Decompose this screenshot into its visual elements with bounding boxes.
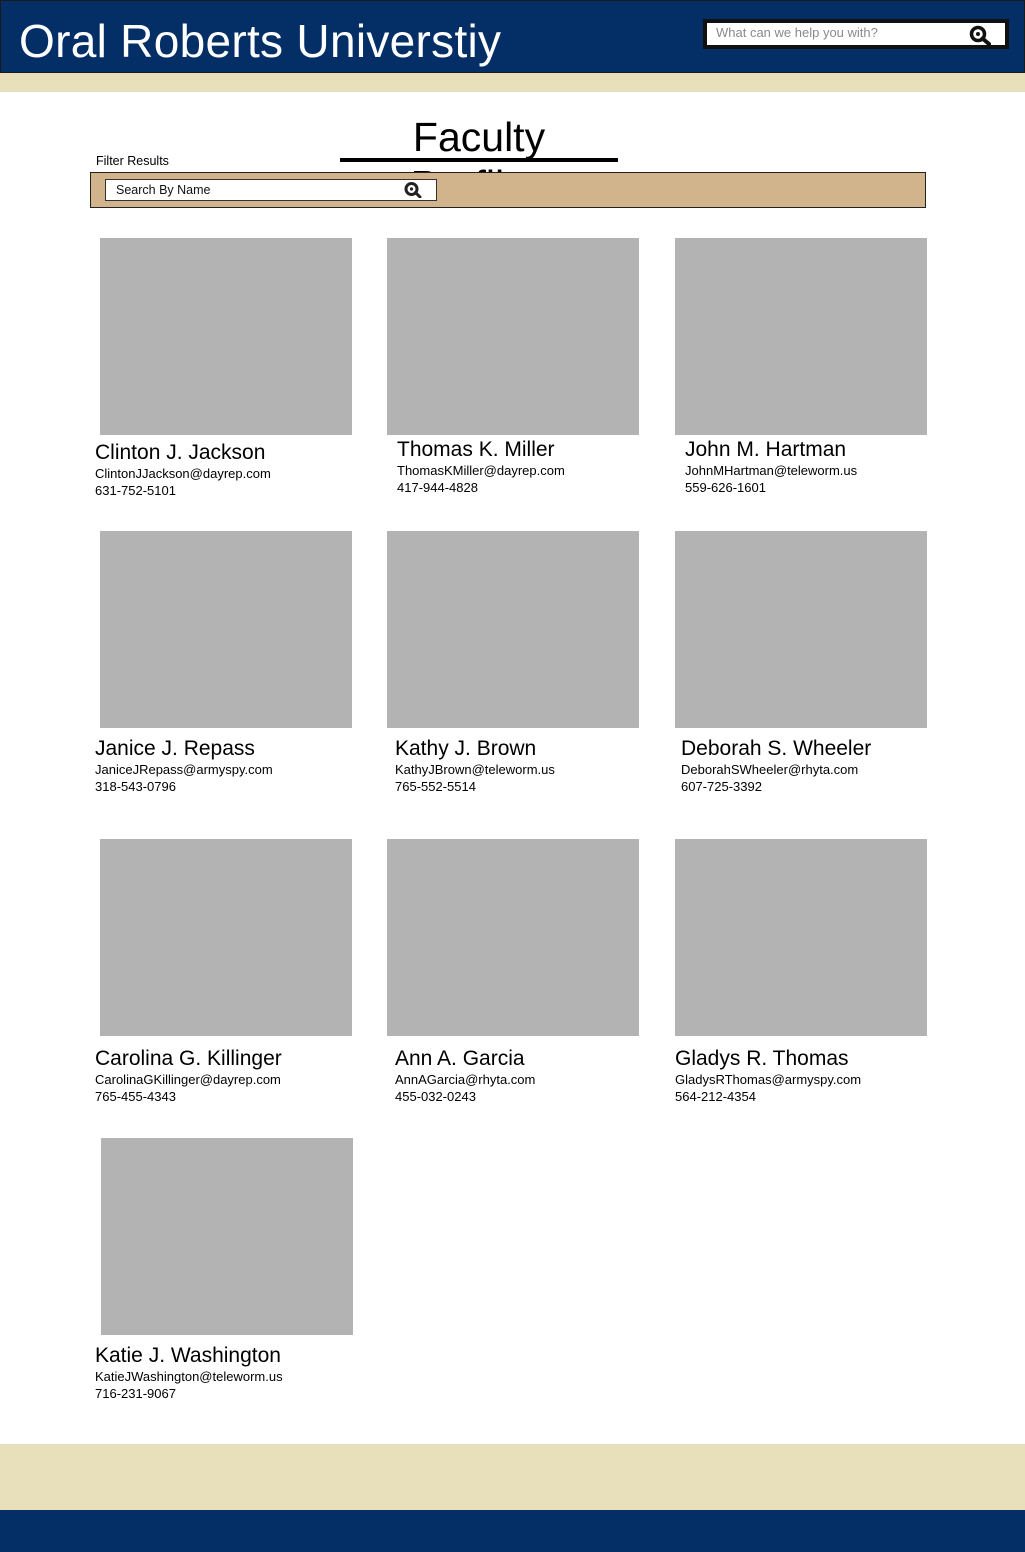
faculty-email[interactable]: KatieJWashington@teleworm.us xyxy=(95,1368,355,1385)
faculty-email[interactable]: AnnAGarcia@rhyta.com xyxy=(395,1071,647,1088)
faculty-card[interactable]: Janice J. Repass JaniceJRepass@armyspy.c… xyxy=(95,531,355,795)
faculty-photo[interactable] xyxy=(675,238,927,435)
faculty-phone: 318-543-0796 xyxy=(95,779,176,794)
filter-bar: Search By Name xyxy=(90,172,926,208)
faculty-name[interactable]: Katie J. Washington xyxy=(95,1343,355,1368)
title-underline xyxy=(340,158,618,162)
faculty-phone: 765-455-4343 xyxy=(95,1089,176,1104)
name-search-input[interactable]: Search By Name xyxy=(116,183,210,197)
faculty-email[interactable]: JaniceJRepass@armyspy.com xyxy=(95,761,355,778)
faculty-email[interactable]: GladysRThomas@armyspy.com xyxy=(675,1071,935,1088)
faculty-name[interactable]: Deborah S. Wheeler xyxy=(681,736,935,761)
faculty-card[interactable]: Gladys R. Thomas GladysRThomas@armyspy.c… xyxy=(675,839,935,1105)
site-title[interactable]: Oral Roberts Universtiy xyxy=(19,13,501,69)
filter-label: Filter Results xyxy=(96,154,169,168)
name-search-box[interactable]: Search By Name xyxy=(105,179,437,201)
faculty-phone: 455-032-0243 xyxy=(395,1089,476,1104)
faculty-name[interactable]: Ann A. Garcia xyxy=(395,1046,647,1071)
faculty-phone: 716-231-9067 xyxy=(95,1386,176,1401)
faculty-photo[interactable] xyxy=(101,1138,353,1335)
faculty-card[interactable]: Carolina G. Killinger CarolinaGKillinger… xyxy=(95,839,355,1105)
search-icon[interactable] xyxy=(404,182,422,198)
faculty-card[interactable]: Ann A. Garcia AnnAGarcia@rhyta.com 455-0… xyxy=(387,839,647,1105)
faculty-name[interactable]: Kathy J. Brown xyxy=(395,736,647,761)
site-search-box[interactable]: What can we help you with? xyxy=(703,19,1009,49)
faculty-name[interactable]: Carolina G. Killinger xyxy=(95,1046,355,1071)
faculty-card[interactable]: Kathy J. Brown KathyJBrown@teleworm.us 7… xyxy=(387,531,647,795)
faculty-card[interactable]: Clinton J. Jackson ClintonJJackson@dayre… xyxy=(95,238,355,499)
faculty-email[interactable]: ClintonJJackson@dayrep.com xyxy=(95,465,355,482)
faculty-photo[interactable] xyxy=(100,839,352,1036)
faculty-photo[interactable] xyxy=(387,839,639,1036)
faculty-photo[interactable] xyxy=(675,839,927,1036)
faculty-phone: 559-626-1601 xyxy=(685,480,766,495)
faculty-email[interactable]: ThomasKMiller@dayrep.com xyxy=(397,462,647,479)
faculty-name[interactable]: John M. Hartman xyxy=(685,437,935,462)
footer-accent-band xyxy=(0,1444,1025,1510)
faculty-phone: 564-212-4354 xyxy=(675,1089,756,1104)
faculty-photo[interactable] xyxy=(387,531,639,728)
faculty-card[interactable]: John M. Hartman JohnMHartman@teleworm.us… xyxy=(675,238,935,496)
faculty-phone: 765-552-5514 xyxy=(395,779,476,794)
faculty-name[interactable]: Janice J. Repass xyxy=(95,736,355,761)
faculty-name[interactable]: Thomas K. Miller xyxy=(397,437,647,462)
faculty-phone: 607-725-3392 xyxy=(681,779,762,794)
faculty-phone: 417-944-4828 xyxy=(397,480,478,495)
faculty-email[interactable]: KathyJBrown@teleworm.us xyxy=(395,761,647,778)
faculty-photo[interactable] xyxy=(100,238,352,435)
faculty-name[interactable]: Clinton J. Jackson xyxy=(95,440,355,465)
site-footer xyxy=(0,1510,1025,1552)
faculty-photo[interactable] xyxy=(387,238,639,435)
faculty-name[interactable]: Gladys R. Thomas xyxy=(675,1046,935,1071)
faculty-card[interactable]: Katie J. Washington KatieJWashington@tel… xyxy=(95,1138,355,1402)
header-accent-band xyxy=(0,73,1025,92)
faculty-card[interactable]: Deborah S. Wheeler DeborahSWheeler@rhyta… xyxy=(675,531,935,795)
faculty-email[interactable]: JohnMHartman@teleworm.us xyxy=(685,462,935,479)
faculty-card[interactable]: Thomas K. Miller ThomasKMiller@dayrep.co… xyxy=(387,238,647,496)
site-search-input[interactable]: What can we help you with? xyxy=(716,25,878,40)
site-header: Oral Roberts Universtiy What can we help… xyxy=(0,0,1025,73)
faculty-email[interactable]: CarolinaGKillinger@dayrep.com xyxy=(95,1071,355,1088)
search-icon[interactable] xyxy=(969,25,991,45)
faculty-email[interactable]: DeborahSWheeler@rhyta.com xyxy=(681,761,935,778)
faculty-phone: 631-752-5101 xyxy=(95,483,176,498)
faculty-photo[interactable] xyxy=(100,531,352,728)
faculty-photo[interactable] xyxy=(675,531,927,728)
